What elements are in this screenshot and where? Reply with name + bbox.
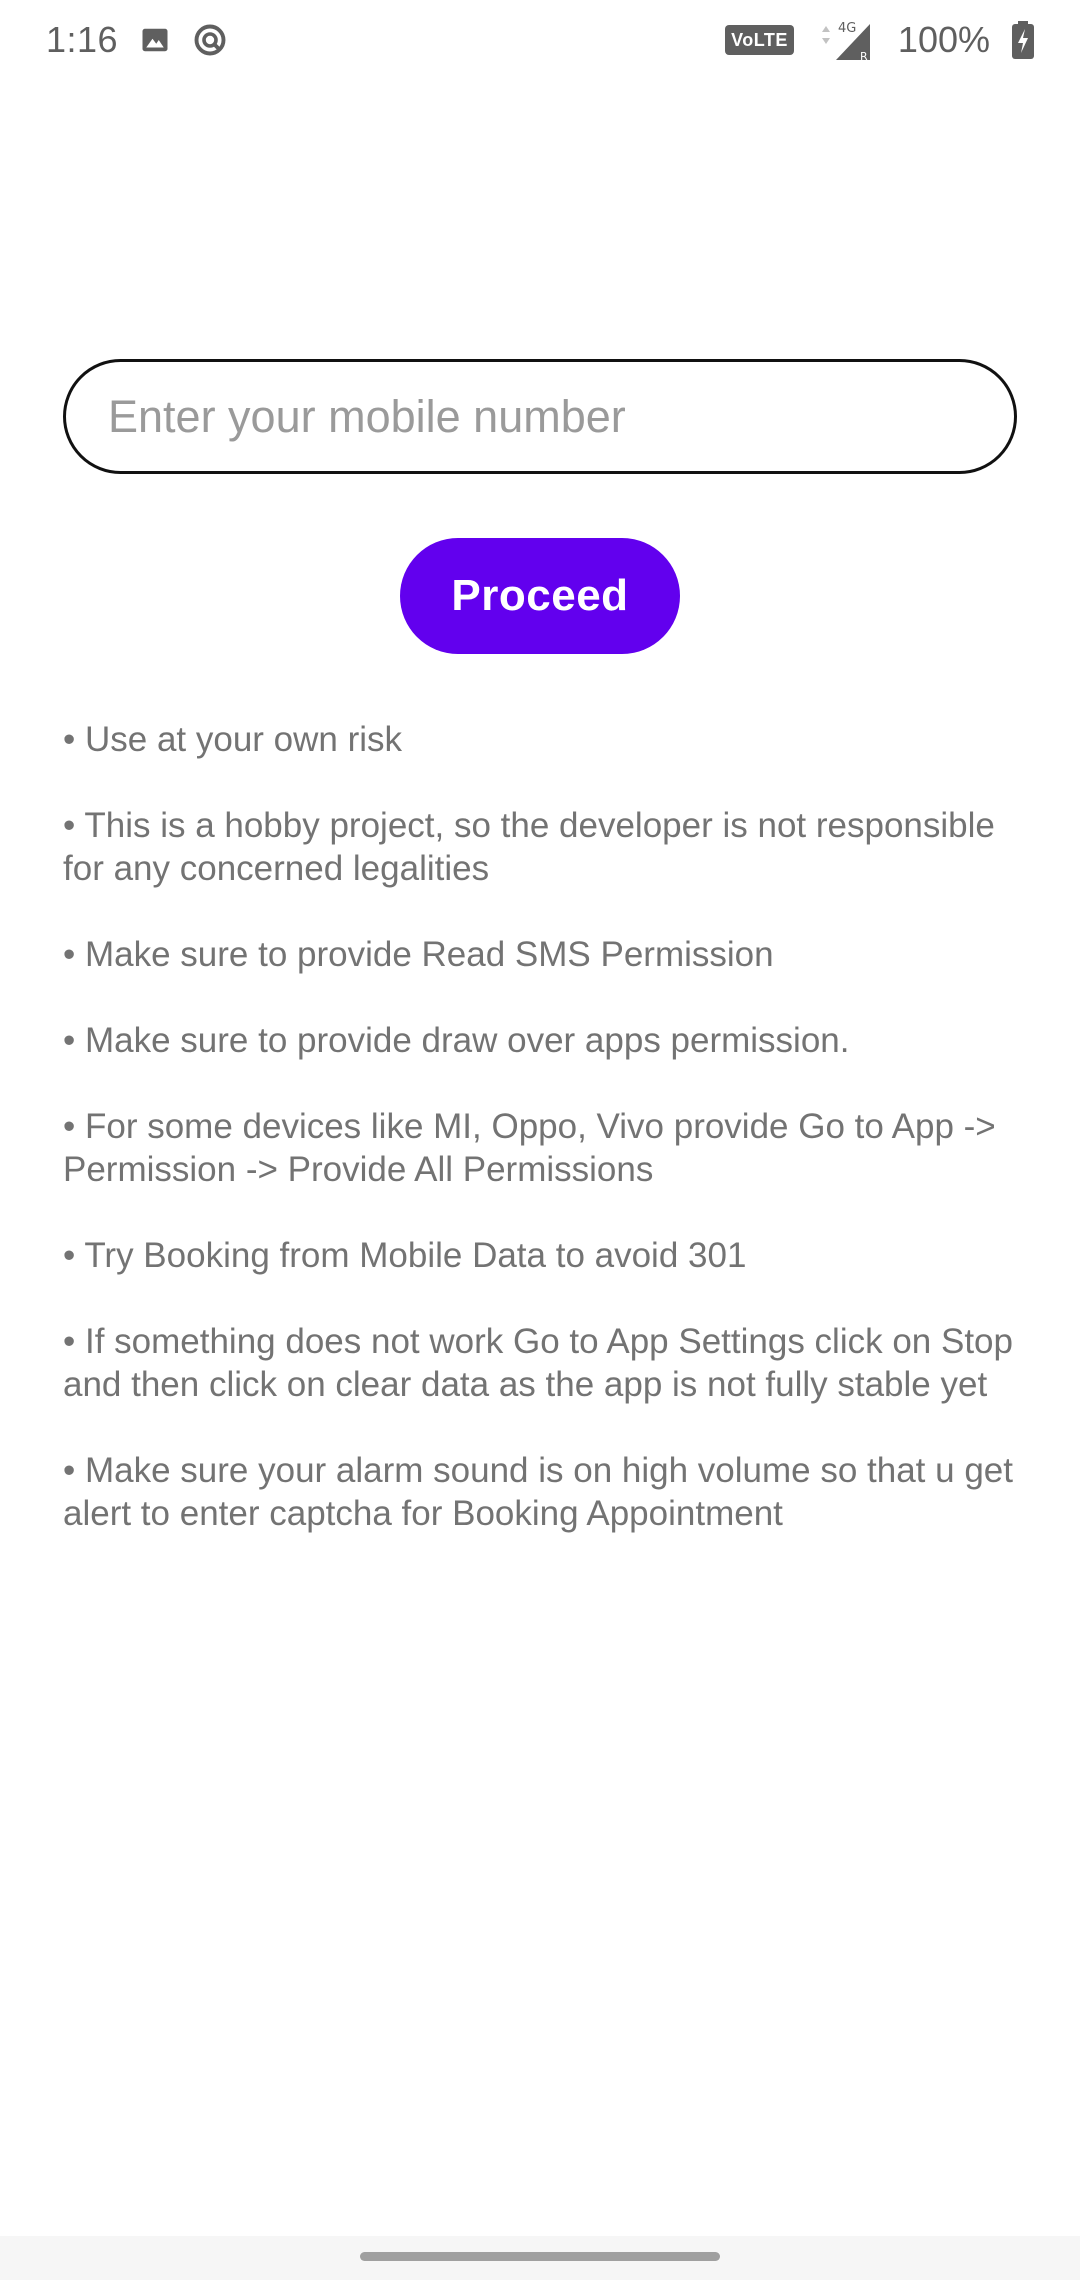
instruction-item: • If something does not work Go to App S…	[63, 1322, 1013, 1404]
instruction-item: • Make sure to provide draw over apps pe…	[63, 1021, 850, 1060]
status-bar: 1:16 VoLTE 4G R 100%	[0, 0, 1080, 80]
data-saver-icon	[192, 22, 228, 58]
volte-badge: VoLTE	[725, 25, 794, 55]
instruction-item: • Use at your own risk	[63, 720, 403, 759]
home-gesture-handle[interactable]	[360, 2252, 720, 2261]
image-icon	[140, 25, 170, 55]
status-right: VoLTE 4G R 100%	[725, 18, 1034, 62]
instructions-list: • Use at your own risk • This is a hobby…	[63, 718, 1023, 1578]
signal-icon: 4G R	[816, 18, 876, 62]
instruction-item: • This is a hobby project, so the develo…	[63, 806, 995, 888]
instruction-item: • For some devices like MI, Oppo, Vivo p…	[63, 1107, 996, 1189]
network-type-label: 4G	[838, 21, 856, 36]
instruction-item: • Make sure to provide Read SMS Permissi…	[63, 935, 774, 974]
status-time: 1:16	[46, 19, 119, 60]
roaming-label: R	[860, 50, 868, 62]
battery-percent: 100%	[897, 19, 990, 60]
mobile-input-container[interactable]	[63, 359, 1017, 474]
status-left: 1:16	[46, 19, 228, 61]
instruction-item: • Try Booking from Mobile Data to avoid …	[63, 1236, 747, 1275]
navigation-bar	[0, 2236, 1080, 2280]
proceed-button[interactable]: Proceed	[400, 538, 680, 654]
battery-charging-icon	[1012, 21, 1034, 59]
mobile-number-input[interactable]	[106, 389, 974, 444]
instruction-item: • Make sure your alarm sound is on high …	[63, 1451, 1013, 1533]
